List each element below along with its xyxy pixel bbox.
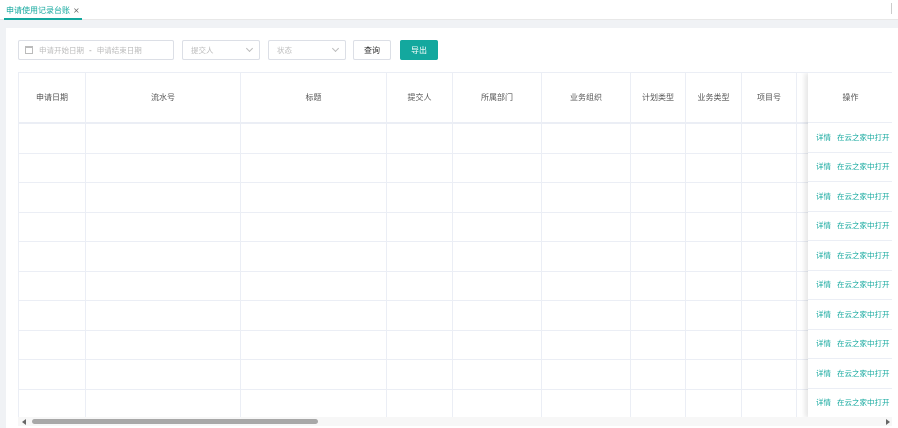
tabbar-divider bbox=[891, 3, 892, 14]
detail-link[interactable]: 详情 bbox=[816, 220, 831, 231]
detail-link[interactable]: 详情 bbox=[816, 191, 831, 202]
row-divider bbox=[19, 359, 892, 360]
open-in-yunzhijia-link[interactable]: 在云之家中打开 bbox=[837, 161, 890, 172]
column-plan-type: 计划类型 bbox=[631, 73, 686, 417]
header-serial-no[interactable]: 流水号 bbox=[86, 73, 240, 123]
detail-link[interactable]: 详情 bbox=[816, 279, 831, 290]
column-apply-date: 申请日期 bbox=[19, 73, 86, 417]
column-submitter: 提交人 bbox=[387, 73, 453, 417]
header-department[interactable]: 所属部门 bbox=[453, 73, 541, 123]
calendar-icon bbox=[25, 46, 33, 54]
table-row-actions: 详情 在云之家中打开 bbox=[808, 153, 892, 182]
table-row-actions: 详情 在云之家中打开 bbox=[808, 182, 892, 212]
close-icon[interactable]: × bbox=[73, 6, 80, 15]
detail-link[interactable]: 详情 bbox=[816, 132, 831, 143]
header-business-type[interactable]: 业务类型 bbox=[686, 73, 741, 123]
chevron-down-icon bbox=[331, 44, 340, 53]
records-table: 申请日期 流水号 标题 提交人 所属部门 业务组织 计划类型 业务类型 项目号 bbox=[18, 72, 892, 417]
row-divider bbox=[19, 211, 892, 213]
header-plan-type[interactable]: 计划类型 bbox=[631, 73, 685, 123]
end-date-input[interactable]: 申请结束日期 bbox=[97, 45, 142, 56]
table-row-actions: 详情 在云之家中打开 bbox=[808, 241, 892, 271]
column-project-no: 项目号 bbox=[742, 73, 797, 417]
header-actions: 操作 bbox=[808, 73, 892, 123]
submitter-select[interactable]: 提交人 bbox=[182, 40, 260, 60]
status-placeholder: 状态 bbox=[277, 45, 292, 55]
table-row-actions: 详情 在云之家中打开 bbox=[808, 123, 892, 153]
table-row-actions: 详情 在云之家中打开 bbox=[808, 271, 892, 300]
open-in-yunzhijia-link[interactable]: 在云之家中打开 bbox=[837, 397, 890, 408]
detail-link[interactable]: 详情 bbox=[816, 161, 831, 172]
row-divider bbox=[19, 152, 892, 154]
detail-link[interactable]: 详情 bbox=[816, 250, 831, 261]
row-divider bbox=[19, 388, 892, 390]
detail-link[interactable]: 详情 bbox=[816, 338, 831, 349]
row-divider bbox=[19, 270, 892, 272]
tab-usage-records[interactable]: 申请使用记录台账 × bbox=[4, 0, 82, 20]
column-department: 所属部门 bbox=[453, 73, 542, 417]
status-select[interactable]: 状态 bbox=[268, 40, 346, 60]
start-date-input[interactable]: 申请开始日期 bbox=[39, 45, 84, 56]
export-button[interactable]: 导出 bbox=[400, 40, 438, 60]
row-divider bbox=[19, 241, 892, 242]
table-row-actions: 详情 在云之家中打开 bbox=[808, 359, 892, 389]
table-row-actions: 详情 在云之家中打开 bbox=[808, 330, 892, 359]
date-range-picker[interactable]: 申请开始日期 - 申请结束日期 bbox=[18, 40, 174, 60]
row-divider bbox=[19, 123, 892, 124]
query-button[interactable]: 查询 bbox=[353, 40, 391, 60]
column-business-type: 业务类型 bbox=[686, 73, 742, 417]
tab-label: 申请使用记录台账 bbox=[6, 6, 70, 15]
row-divider bbox=[19, 300, 892, 301]
fixed-actions-column: 操作 详情 在云之家中打开 详情 在云之家中打开 详情 在云之家中打开 详情 在云之家中… bbox=[808, 73, 892, 417]
header-business-org[interactable]: 业务组织 bbox=[542, 73, 630, 123]
open-in-yunzhijia-link[interactable]: 在云之家中打开 bbox=[837, 279, 890, 290]
detail-link[interactable]: 详情 bbox=[816, 309, 831, 320]
horizontal-scrollbar[interactable] bbox=[18, 417, 892, 426]
row-divider bbox=[19, 182, 892, 183]
open-in-yunzhijia-link[interactable]: 在云之家中打开 bbox=[837, 132, 890, 143]
header-apply-date[interactable]: 申请日期 bbox=[19, 73, 85, 123]
scroll-left-arrow-icon[interactable] bbox=[22, 419, 26, 425]
table-row-actions: 详情 在云之家中打开 bbox=[808, 300, 892, 330]
column-title: 标题 bbox=[241, 73, 387, 417]
header-title[interactable]: 标题 bbox=[241, 73, 386, 123]
open-in-yunzhijia-link[interactable]: 在云之家中打开 bbox=[837, 220, 890, 231]
column-business-org: 业务组织 bbox=[542, 73, 631, 417]
chevron-down-icon bbox=[245, 44, 254, 53]
open-in-yunzhijia-link[interactable]: 在云之家中打开 bbox=[837, 191, 890, 202]
row-divider bbox=[19, 329, 892, 331]
detail-link[interactable]: 详情 bbox=[816, 368, 831, 379]
tab-bar: 申请使用记录台账 × bbox=[0, 0, 898, 20]
main-panel: 申请开始日期 - 申请结束日期 提交人 状态 查询 导出 申请日期 流水号 标题… bbox=[6, 28, 898, 428]
header-project-no[interactable]: 项目号 bbox=[742, 73, 796, 123]
scrollbar-thumb[interactable] bbox=[32, 419, 318, 424]
header-submitter[interactable]: 提交人 bbox=[387, 73, 452, 123]
open-in-yunzhijia-link[interactable]: 在云之家中打开 bbox=[837, 309, 890, 320]
column-serial-no: 流水号 bbox=[86, 73, 241, 417]
table-row-actions: 详情 在云之家中打开 bbox=[808, 389, 892, 418]
open-in-yunzhijia-link[interactable]: 在云之家中打开 bbox=[837, 250, 890, 261]
detail-link[interactable]: 详情 bbox=[816, 397, 831, 408]
range-separator: - bbox=[89, 45, 92, 55]
open-in-yunzhijia-link[interactable]: 在云之家中打开 bbox=[837, 368, 890, 379]
submitter-placeholder: 提交人 bbox=[191, 45, 214, 55]
open-in-yunzhijia-link[interactable]: 在云之家中打开 bbox=[837, 338, 890, 349]
scroll-right-arrow-icon[interactable] bbox=[886, 419, 890, 425]
table-row-actions: 详情 在云之家中打开 bbox=[808, 212, 892, 241]
